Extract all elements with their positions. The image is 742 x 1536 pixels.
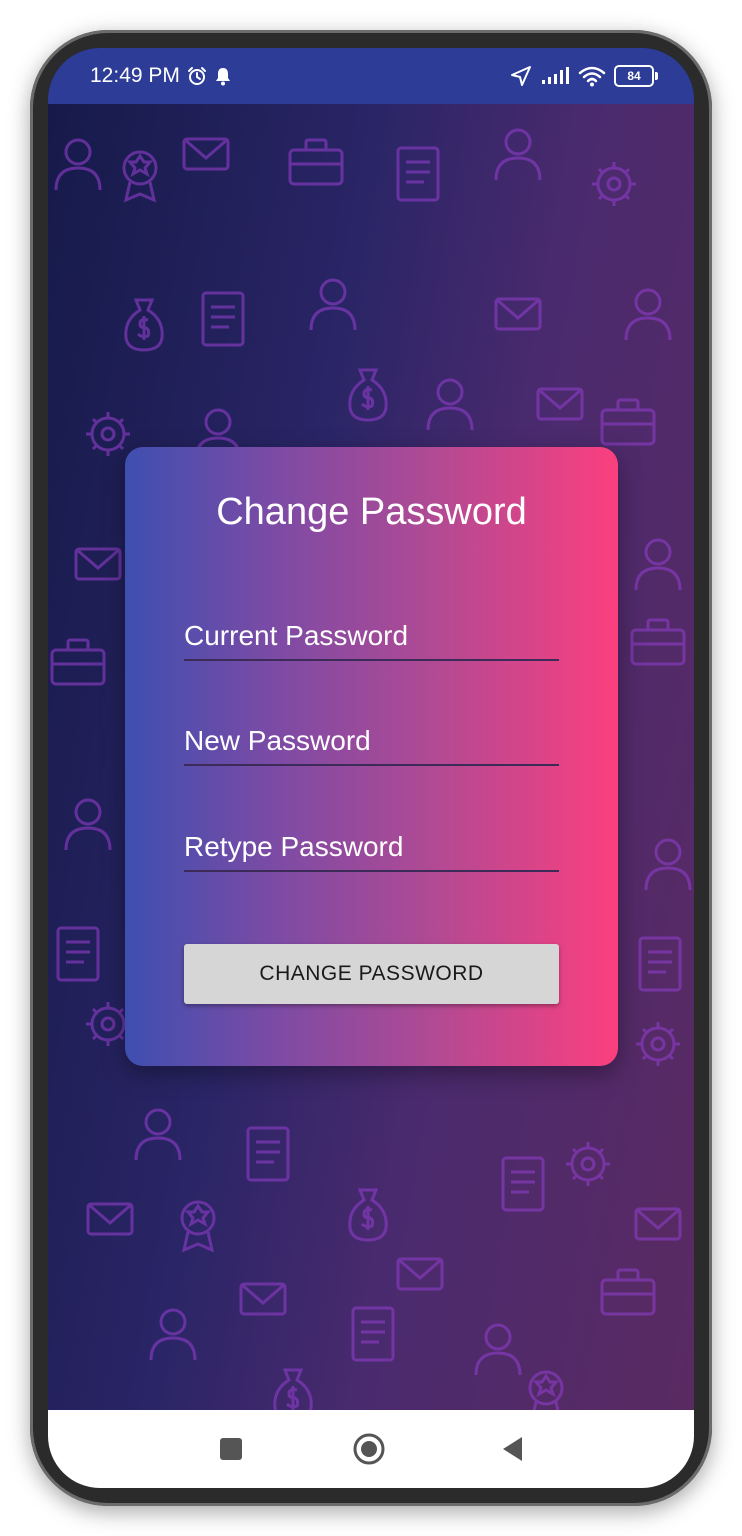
home-icon[interactable] (352, 1432, 386, 1466)
battery-icon: 84 (614, 65, 658, 87)
location-arrow-icon (511, 66, 531, 86)
wifi-icon (578, 66, 606, 87)
status-bar: 12:49 PM 84 (48, 48, 694, 104)
change-password-card: Change Password CHANGE PASSWORD (125, 447, 618, 1066)
battery-level: 84 (627, 69, 641, 83)
signal-icon (542, 67, 569, 84)
navigation-bar (48, 1410, 694, 1488)
new-password-field[interactable] (184, 718, 559, 766)
screen: 12:49 PM 84 Change Password CHANGE PASSW… (48, 48, 694, 1488)
new-password-input[interactable] (184, 718, 559, 764)
retype-password-input[interactable] (184, 824, 559, 870)
status-time: 12:49 PM (90, 64, 180, 87)
current-password-field[interactable] (184, 613, 559, 661)
back-icon[interactable] (498, 1434, 528, 1464)
retype-password-field[interactable] (184, 824, 559, 872)
notification-bell-icon (215, 68, 230, 86)
app-background: Change Password CHANGE PASSWORD (48, 104, 694, 1410)
recent-apps-icon[interactable] (216, 1434, 246, 1464)
change-password-button[interactable]: CHANGE PASSWORD (184, 944, 559, 1004)
current-password-input[interactable] (184, 613, 559, 659)
alarm-icon (187, 67, 206, 85)
card-title: Change Password (216, 491, 527, 533)
